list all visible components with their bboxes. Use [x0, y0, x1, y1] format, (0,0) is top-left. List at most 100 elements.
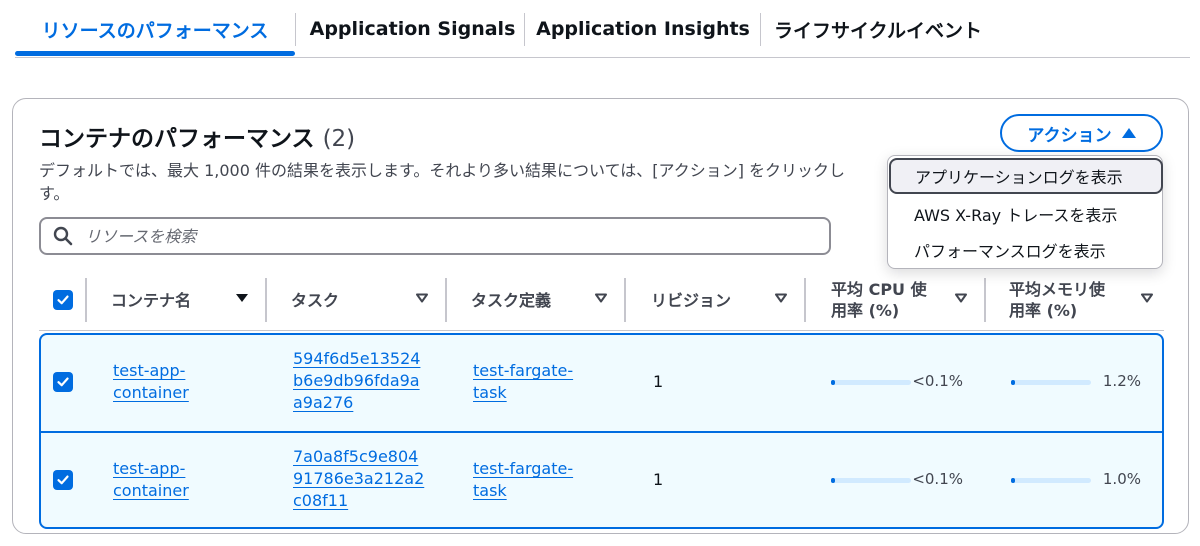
tab-divider: [760, 13, 761, 46]
panel-description-line1: デフォルトでは、最大 1,000 件の結果を表示します。それより多い結果について…: [39, 161, 846, 180]
tab-resource-performance[interactable]: リソースのパフォーマンス: [15, 0, 295, 58]
table-body: test-app- container 594f6d5e13524 b6e9db…: [39, 333, 1164, 529]
link-text-line: b6e9db96fda9a: [293, 371, 420, 390]
menu-item-view-performance-logs[interactable]: パフォーマンスログを表示: [888, 232, 1162, 268]
column-header-task-definition[interactable]: タスク定義: [471, 269, 551, 331]
memory-usage-bar: [1011, 478, 1091, 483]
row-checkbox[interactable]: [53, 470, 73, 490]
link-text-line: a9a276: [293, 393, 354, 412]
select-all-checkbox[interactable]: [53, 290, 73, 310]
select-all-cell: [53, 269, 73, 331]
link-text-line: task: [473, 481, 507, 500]
active-tab-indicator: [15, 51, 295, 56]
column-header-label: タスク: [291, 290, 340, 310]
link-text-line: test-fargate-: [473, 459, 574, 478]
column-header-label: リビジョン: [651, 290, 732, 310]
link-text-line: task: [473, 383, 507, 402]
tab-application-signals[interactable]: Application Signals: [300, 0, 525, 58]
actions-dropdown-menu: アプリケーションログを表示 AWS X-Ray トレースを表示 パフォーマンスロ…: [887, 155, 1163, 269]
tab-application-insights[interactable]: Application Insights: [527, 0, 759, 58]
column-header-avg-memory[interactable]: 平均メモリ使 用率 (%): [1009, 269, 1105, 331]
search-icon: [53, 226, 73, 246]
column-header-task[interactable]: タスク: [291, 269, 339, 331]
memory-usage-text: 1.2%: [1102, 372, 1141, 390]
cpu-usage-text: <0.1%: [912, 372, 963, 390]
column-divider[interactable]: [265, 278, 267, 322]
revision-value: 1: [653, 470, 664, 489]
menu-item-view-application-logs[interactable]: アプリケーションログを表示: [889, 158, 1163, 194]
tab-divider: [524, 13, 525, 46]
actions-button-label: アクション: [1027, 125, 1112, 146]
checkmark-icon: [57, 377, 69, 387]
link-text-line: test-fargate-: [473, 361, 574, 380]
task-definition-link[interactable]: test-fargate- task: [473, 360, 573, 404]
link-text-line: c08f11: [293, 491, 349, 510]
column-header-label: コンテナ名: [111, 290, 192, 310]
checkmark-icon: [57, 295, 69, 305]
panel-title-text: コンテナのパフォーマンス: [39, 126, 315, 152]
memory-usage-bar-fill: [1011, 478, 1015, 483]
task-definition-link[interactable]: test-fargate- task: [473, 458, 573, 502]
panel-title: コンテナのパフォーマンス (2): [39, 119, 355, 153]
column-header-label-line2: 用率 (%): [1009, 301, 1078, 320]
container-name-link[interactable]: test-app- container: [113, 458, 189, 502]
row-select-cell: [53, 470, 73, 490]
search-box[interactable]: [39, 217, 831, 255]
tab-label: Application Insights: [536, 18, 750, 40]
column-header-revision[interactable]: リビジョン: [651, 269, 731, 331]
sort-icon[interactable]: [415, 291, 429, 305]
tab-label: ライフサイクルイベント: [773, 19, 983, 42]
link-text-line: 7a0a8f5c9e804: [293, 447, 419, 466]
column-divider: [85, 278, 87, 322]
panel-description-line2: す。: [39, 184, 70, 203]
menu-item-view-xray-traces[interactable]: AWS X-Ray トレースを表示: [888, 196, 1162, 232]
cpu-usage-bar: [831, 478, 911, 483]
cpu-usage-text: <0.1%: [912, 470, 963, 488]
column-header-container-name[interactable]: コンテナ名: [111, 269, 191, 331]
tab-lifecycle-events[interactable]: ライフサイクルイベント: [762, 0, 994, 58]
task-id-link[interactable]: 594f6d5e13524 b6e9db96fda9a a9a276: [293, 348, 420, 414]
link-text-line: container: [113, 481, 189, 500]
column-divider[interactable]: [445, 278, 447, 322]
container-name-link[interactable]: test-app- container: [113, 360, 189, 404]
cpu-usage-bar-fill: [831, 380, 835, 385]
column-header-label-line2: 用率 (%): [831, 301, 900, 320]
tab-label: Application Signals: [309, 18, 516, 40]
link-text-line: container: [113, 383, 189, 402]
revision-value: 1: [653, 372, 664, 391]
memory-usage-bar: [1011, 380, 1091, 385]
sort-icon[interactable]: [594, 291, 608, 305]
link-text-line: 594f6d5e13524: [293, 349, 421, 368]
task-id-link[interactable]: 7a0a8f5c9e804 91786e3a212a2 c08f11: [293, 446, 424, 512]
link-text-line: 91786e3a212a2: [293, 469, 425, 488]
tab-bar: リソースのパフォーマンス Application Signals Applica…: [15, 0, 1190, 58]
cpu-usage-bar-fill: [831, 478, 835, 483]
row-checkbox[interactable]: [53, 372, 73, 392]
table-row[interactable]: test-app- container 594f6d5e13524 b6e9db…: [41, 335, 1162, 431]
column-divider[interactable]: [984, 278, 986, 322]
table-header: コンテナ名 タスク タスク定義 リビジョン 平均 CPU 使 用率 (%) 平均…: [39, 269, 1164, 331]
link-text-line: test-app-: [113, 459, 186, 478]
tab-label: リソースのパフォーマンス: [41, 19, 269, 42]
caret-up-icon: [1121, 128, 1136, 138]
sort-icon[interactable]: [1140, 291, 1154, 305]
sort-icon[interactable]: [954, 291, 968, 305]
search-input[interactable]: [85, 226, 785, 246]
panel-title-count: (2): [322, 126, 356, 152]
cpu-usage-bar: [831, 380, 911, 385]
actions-button[interactable]: アクション: [1000, 114, 1163, 152]
column-header-label-line1: 平均メモリ使: [1009, 280, 1106, 299]
tab-divider: [295, 13, 296, 46]
panel-description: デフォルトでは、最大 1,000 件の結果を表示します。それより多い結果について…: [39, 159, 889, 205]
sort-descending-icon[interactable]: [235, 291, 249, 305]
row-select-cell: [53, 372, 73, 392]
sort-icon[interactable]: [774, 291, 788, 305]
column-divider[interactable]: [804, 278, 806, 322]
link-text-line: test-app-: [113, 361, 186, 380]
checkmark-icon: [57, 475, 69, 485]
column-header-avg-cpu[interactable]: 平均 CPU 使 用率 (%): [831, 269, 927, 331]
column-header-label: タスク定義: [471, 290, 552, 310]
table-row[interactable]: test-app- container 7a0a8f5c9e804 91786e…: [41, 431, 1162, 527]
column-divider[interactable]: [624, 278, 626, 322]
memory-usage-bar-fill: [1011, 380, 1015, 385]
